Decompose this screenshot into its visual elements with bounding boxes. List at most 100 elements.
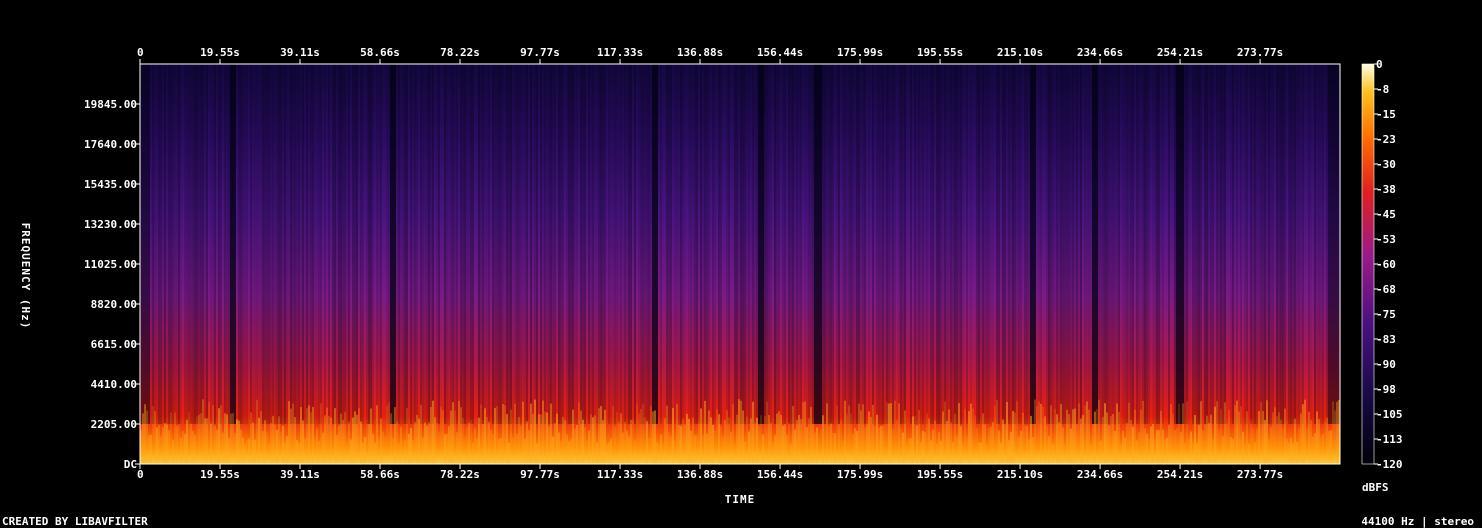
spectrogram-slice	[864, 427, 866, 464]
spectrogram-slice	[812, 424, 814, 464]
spectrogram-slice	[372, 64, 374, 424]
spectrogram-slice	[892, 64, 894, 424]
spectrogram-slice	[838, 64, 840, 424]
spectrogram-slice	[400, 64, 402, 424]
spectrogram-slice	[1134, 409, 1136, 464]
spectrogram-slice	[246, 64, 248, 424]
spectrogram-slice	[886, 64, 888, 424]
spectrogram-slice	[1222, 436, 1224, 464]
spectrogram-slice	[550, 403, 552, 464]
spectrogram-slice	[694, 435, 696, 464]
spectrogram-slice	[576, 424, 578, 464]
spectrogram-slice	[1190, 431, 1192, 464]
spectrogram-slice	[1106, 64, 1108, 424]
spectrogram-slice	[758, 64, 760, 424]
spectrogram-slice	[422, 437, 424, 464]
spectrogram-slice	[406, 407, 408, 464]
spectrogram-slice	[1204, 64, 1206, 424]
spectrogram-slice	[978, 64, 980, 424]
spectrogram-slice	[252, 64, 254, 424]
spectrogram-slice	[656, 64, 658, 424]
spectrogram-slice	[600, 64, 602, 424]
spectrogram-slice	[1058, 64, 1060, 424]
spectrogram-slice	[238, 420, 240, 464]
spectrogram-slice	[536, 64, 538, 424]
spectrogram-slice	[1334, 64, 1336, 424]
spectrogram-slice	[638, 64, 640, 424]
spectrogram-slice	[548, 426, 550, 464]
spectrogram-slice	[396, 64, 398, 424]
spectrogram-slice	[452, 402, 454, 464]
spectrogram-slice	[614, 64, 616, 424]
spectrogram-slice	[1154, 64, 1156, 424]
spectrogram-slice	[1052, 64, 1054, 424]
spectrogram-slice	[958, 403, 960, 464]
spectrogram-slice	[954, 64, 956, 424]
spectrogram-slice	[1102, 64, 1104, 424]
spectrogram-slice	[284, 442, 286, 464]
spectrogram-slice	[520, 64, 522, 424]
x-tick-label: 58.66s	[360, 468, 400, 481]
spectrogram-slice	[828, 425, 830, 464]
spectrogram-slice	[976, 64, 978, 424]
spectrogram-slice	[184, 64, 186, 424]
spectrogram-slice	[206, 418, 208, 464]
spectrogram-slice	[830, 423, 832, 464]
x-tick-label: 234.66s	[1077, 468, 1123, 481]
spectrogram-slice	[218, 408, 220, 464]
spectrogram-slice	[1038, 401, 1040, 464]
spectrogram-slice	[716, 409, 718, 464]
spectrogram-slice	[684, 424, 686, 464]
spectrogram-slice	[1330, 430, 1332, 464]
spectrogram-slice	[812, 64, 814, 424]
spectrogram-slice	[1318, 64, 1320, 424]
spectrogram-slice	[1212, 64, 1214, 424]
spectrogram-slice	[146, 64, 148, 424]
spectrogram-slice	[1240, 406, 1242, 464]
spectrogram-slice	[886, 402, 888, 464]
spectrogram-slice	[514, 403, 516, 464]
spectrogram-slice	[1322, 64, 1324, 424]
spectrogram-slice	[548, 64, 550, 424]
spectrogram-slice	[684, 64, 686, 424]
spectrogram-slice	[910, 438, 912, 464]
spectrogram-slice	[608, 442, 610, 464]
spectrogram-slice	[198, 64, 200, 424]
spectrogram-slice	[1016, 64, 1018, 424]
spectrogram-slice	[1262, 411, 1264, 464]
spectrogram-slice	[890, 403, 892, 464]
x-tick-label: 19.55s	[200, 468, 240, 481]
spectrogram-slice	[984, 64, 986, 424]
spectrogram-slice	[942, 64, 944, 424]
spectrogram-slice	[1188, 437, 1190, 464]
spectrogram-slice	[1008, 440, 1010, 464]
spectrogram-slice	[804, 401, 806, 464]
spectrogram-slice	[868, 64, 870, 424]
spectrogram-slice	[774, 435, 776, 464]
spectrogram-slice	[630, 419, 632, 464]
spectrogram-slice	[436, 422, 438, 464]
spectrogram-slice	[1114, 431, 1116, 464]
spectrogram-slice	[470, 64, 472, 424]
spectrogram-slice	[1298, 64, 1300, 424]
spectrogram-slice	[1130, 419, 1132, 464]
spectrogram-slice	[744, 64, 746, 424]
spectrogram-slice	[1192, 442, 1194, 464]
spectrogram-slice	[736, 64, 738, 424]
spectrogram-slice	[642, 403, 644, 464]
spectrogram-slice	[958, 64, 960, 424]
spectrogram-slice	[724, 420, 726, 464]
x-axis-bottom: 0 19.55s 39.11s 58.66s 78.22s 97.77s 117.33s 13…	[137, 464, 1283, 481]
spectrogram-slice	[216, 429, 218, 464]
spectrogram-slice	[980, 442, 982, 464]
spectrogram-slice	[384, 435, 386, 464]
spectrogram-slice	[188, 412, 190, 464]
spectrogram-slice	[766, 64, 768, 424]
spectrogram-slice	[220, 405, 222, 464]
spectrogram-slice	[532, 413, 534, 464]
spectrogram-slice	[788, 64, 790, 424]
spectrogram-slice	[1032, 437, 1034, 464]
spectrogram-slice	[766, 401, 768, 464]
spectrogram-slice	[1076, 424, 1078, 464]
spectrogram-slice	[1138, 432, 1140, 464]
